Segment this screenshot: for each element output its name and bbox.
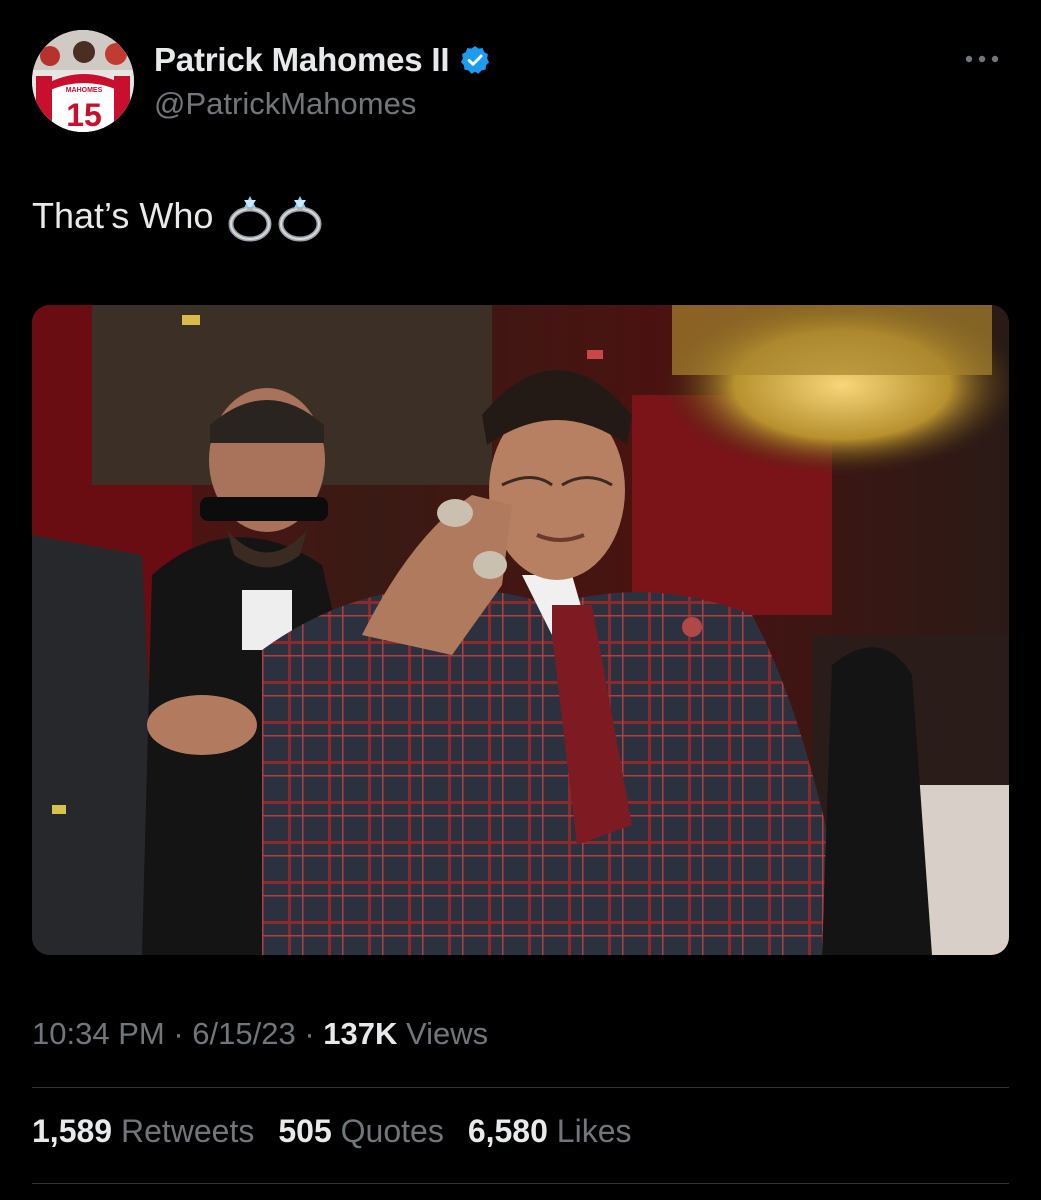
avatar-jersey-number: 15	[66, 97, 102, 132]
divider	[32, 1087, 1009, 1088]
divider	[32, 1183, 1009, 1184]
quotes-count: 505	[278, 1113, 332, 1149]
name-row: Patrick Mahomes II	[154, 40, 491, 80]
tweet-text-content: That’s Who	[32, 195, 214, 236]
retweets-count: 1,589	[32, 1113, 113, 1149]
ring-emoji	[277, 190, 323, 242]
tweet-meta: 10:34 PM · 6/15/23 · 137K Views	[32, 1016, 488, 1052]
photo-image	[32, 305, 1009, 955]
views-label: Views	[406, 1016, 489, 1051]
handle[interactable]: @PatrickMahomes	[154, 86, 416, 122]
verified-badge-icon	[459, 44, 491, 76]
display-name[interactable]: Patrick Mahomes II	[154, 41, 450, 79]
tweet-time[interactable]: 10:34 PM	[32, 1016, 165, 1051]
quotes-stat[interactable]: 505 Quotes	[278, 1113, 443, 1150]
quotes-label: Quotes	[340, 1113, 444, 1149]
ring-emoji	[227, 190, 273, 242]
more-options-icon[interactable]	[960, 44, 1004, 74]
avatar[interactable]: MAHOMES 15	[32, 30, 134, 132]
meta-separator: ·	[164, 1016, 193, 1051]
tweet-photo[interactable]	[32, 305, 1009, 955]
retweets-stat[interactable]: 1,589 Retweets	[32, 1113, 254, 1150]
tweet-text: That’s Who	[32, 190, 323, 242]
avatar-jersey-name: MAHOMES	[66, 87, 103, 94]
tweet-date[interactable]: 6/15/23	[192, 1016, 295, 1051]
retweets-label: Retweets	[120, 1113, 255, 1149]
likes-count: 6,580	[467, 1113, 548, 1149]
engagement-stats: 1,589 Retweets 505 Quotes 6,580 Likes	[32, 1113, 655, 1150]
likes-label: Likes	[556, 1113, 632, 1149]
likes-stat[interactable]: 6,580 Likes	[468, 1113, 632, 1150]
meta-separator: ·	[295, 1016, 324, 1051]
tweet-header: MAHOMES 15 Patrick Mahomes II @PatrickMa…	[32, 30, 1012, 134]
views-count: 137K	[323, 1016, 398, 1051]
avatar-image: MAHOMES 15	[32, 30, 134, 132]
